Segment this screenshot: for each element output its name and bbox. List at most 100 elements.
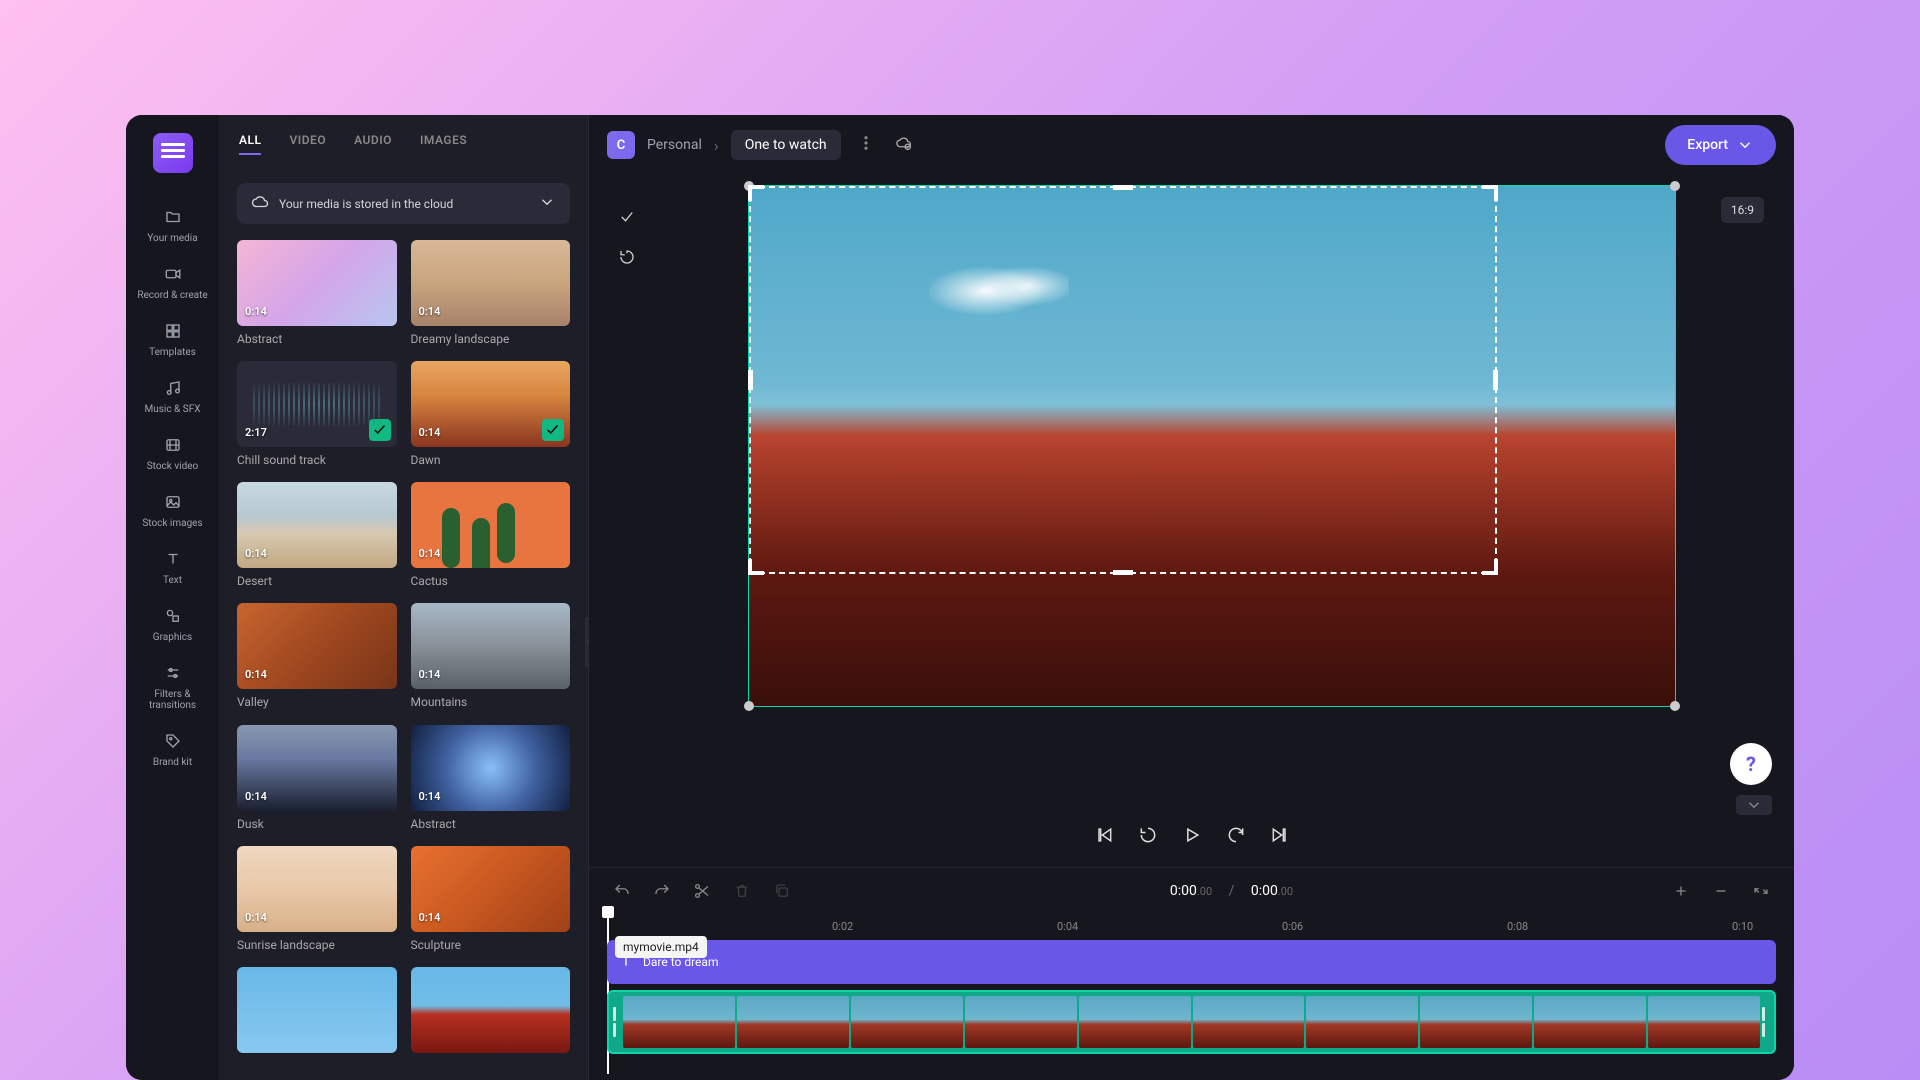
- media-item[interactable]: [411, 967, 571, 1060]
- selection-handle[interactable]: [1670, 181, 1680, 191]
- video-track-clip[interactable]: [607, 990, 1776, 1054]
- media-item[interactable]: 0:14 Dawn: [411, 361, 571, 468]
- redo-button[interactable]: [647, 876, 677, 906]
- project-menu-button[interactable]: [853, 130, 879, 160]
- ruler-tick: 0:10: [1732, 920, 1753, 933]
- app-logo[interactable]: [153, 133, 193, 173]
- panel-expand-button[interactable]: [1736, 795, 1772, 815]
- rail-item-label: Brand kit: [153, 757, 192, 768]
- media-duration: 2:17: [245, 426, 267, 439]
- duplicate-button[interactable]: [767, 876, 797, 906]
- chevron-down-icon: [1736, 136, 1754, 154]
- rail-item-music[interactable]: Music & SFX: [134, 368, 212, 425]
- media-duration: 0:14: [419, 911, 441, 924]
- split-button[interactable]: [687, 876, 717, 906]
- selection-handle[interactable]: [744, 181, 754, 191]
- preview-canvas[interactable]: [748, 185, 1676, 707]
- media-item[interactable]: 0:14Sunrise landscape: [237, 846, 397, 953]
- rail-item-film[interactable]: Stock video: [134, 425, 212, 482]
- undo-button[interactable]: [607, 876, 637, 906]
- media-duration: 0:14: [419, 426, 441, 439]
- export-button[interactable]: Export: [1665, 125, 1776, 165]
- media-item[interactable]: 0:14Valley: [237, 603, 397, 710]
- media-item[interactable]: 0:14Abstract: [411, 725, 571, 832]
- rail-item-label: Text: [163, 575, 182, 586]
- rewind-button[interactable]: [1138, 825, 1158, 849]
- forward-button[interactable]: [1226, 825, 1246, 849]
- media-item[interactable]: 0:14 Sculpture: [411, 846, 571, 953]
- media-item[interactable]: 0:14Dusk: [237, 725, 397, 832]
- media-item[interactable]: 0:14Dreamy landscape: [411, 240, 571, 347]
- rail-item-shapes[interactable]: Graphics: [134, 596, 212, 653]
- media-item[interactable]: 0:14Abstract: [237, 240, 397, 347]
- media-name: Abstract: [411, 817, 571, 831]
- media-item[interactable]: 0:14Desert: [237, 482, 397, 589]
- rail-item-video[interactable]: Record & create: [134, 254, 212, 311]
- tab-all[interactable]: ALL: [239, 133, 261, 155]
- video-icon: [163, 264, 183, 284]
- media-name: Desert: [237, 574, 397, 588]
- tab-video[interactable]: VIDEO: [289, 133, 326, 155]
- media-duration: 0:14: [245, 790, 267, 803]
- media-grid[interactable]: 0:14Abstract0:14Dreamy landscape2:17Chil…: [219, 234, 588, 1080]
- top-bar: C Personal › One to watch Export: [589, 115, 1794, 175]
- media-panel: ALL VIDEO AUDIO IMAGES Your media is stored…: [219, 115, 589, 1080]
- ruler-tick: 0:06: [1282, 920, 1303, 933]
- selection-handle[interactable]: [1670, 701, 1680, 711]
- storage-location-dropdown[interactable]: Your media is stored in the cloud: [237, 183, 570, 224]
- ruler-tick: 0:02: [832, 920, 853, 933]
- workspace-badge[interactable]: C: [607, 131, 635, 159]
- clip-tooltip: mymovie.mp4: [615, 936, 707, 958]
- fit-button[interactable]: [1746, 876, 1776, 906]
- media-thumbnail: 0:14: [411, 603, 571, 689]
- zoom-in-button[interactable]: [1666, 876, 1696, 906]
- tab-audio[interactable]: AUDIO: [354, 133, 392, 155]
- clip-handle-left[interactable]: [613, 1002, 621, 1042]
- rail-item-label: Record & create: [137, 290, 207, 301]
- playback-controls: [589, 807, 1794, 867]
- ruler-tick: 0:08: [1507, 920, 1528, 933]
- play-button[interactable]: [1182, 825, 1202, 849]
- media-thumbnail: 2:17: [237, 361, 397, 447]
- sync-status-icon[interactable]: [895, 134, 913, 156]
- media-item[interactable]: [237, 967, 397, 1060]
- rail-item-label: Filters & transitions: [134, 689, 212, 711]
- skip-back-button[interactable]: [1094, 825, 1114, 849]
- rail-item-tag[interactable]: Brand kit: [134, 721, 212, 778]
- tag-icon: [163, 731, 183, 751]
- selection-handle[interactable]: [744, 701, 754, 711]
- media-item[interactable]: 0:14Mountains: [411, 603, 571, 710]
- rail-item-sliders[interactable]: Filters & transitions: [134, 653, 212, 721]
- reset-crop-button[interactable]: [609, 239, 645, 275]
- media-name: Sculpture: [411, 938, 571, 952]
- media-item[interactable]: 0:14Cactus: [411, 482, 571, 589]
- media-thumbnail: [237, 967, 397, 1053]
- zoom-out-button[interactable]: [1706, 876, 1736, 906]
- timeline-tracks[interactable]: Dare to dream mymovie.mp4: [589, 940, 1794, 1080]
- export-label: Export: [1687, 137, 1728, 153]
- tab-images[interactable]: IMAGES: [420, 133, 467, 155]
- media-item[interactable]: 2:17Chill sound track: [237, 361, 397, 468]
- timeline-ruler[interactable]: 0:020:040:060:080:10: [589, 914, 1794, 940]
- rail-item-folder[interactable]: Your media: [134, 197, 212, 254]
- media-name: Dawn: [411, 453, 571, 467]
- chevron-right-icon: ›: [714, 136, 719, 155]
- rail-item-label: Templates: [149, 347, 196, 358]
- breadcrumb-workspace[interactable]: Personal: [647, 137, 702, 153]
- media-name: Dreamy landscape: [411, 332, 571, 346]
- clip-handle-right[interactable]: [1762, 1002, 1770, 1042]
- delete-button[interactable]: [727, 876, 757, 906]
- rail-item-label: Stock video: [147, 461, 199, 472]
- rail-item-label: Graphics: [153, 632, 192, 643]
- text-track-clip[interactable]: Dare to dream mymovie.mp4: [607, 940, 1776, 984]
- breadcrumb-project[interactable]: One to watch: [731, 130, 841, 160]
- help-button[interactable]: ?: [1730, 743, 1772, 785]
- image-icon: [163, 492, 183, 512]
- rail-item-image[interactable]: Stock images: [134, 482, 212, 539]
- rail-item-grid[interactable]: Templates: [134, 311, 212, 368]
- aspect-ratio-badge[interactable]: 16:9: [1721, 197, 1764, 223]
- rail-item-text[interactable]: Text: [134, 539, 212, 596]
- media-name: Valley: [237, 695, 397, 709]
- skip-forward-button[interactable]: [1270, 825, 1290, 849]
- confirm-crop-button[interactable]: [609, 199, 645, 235]
